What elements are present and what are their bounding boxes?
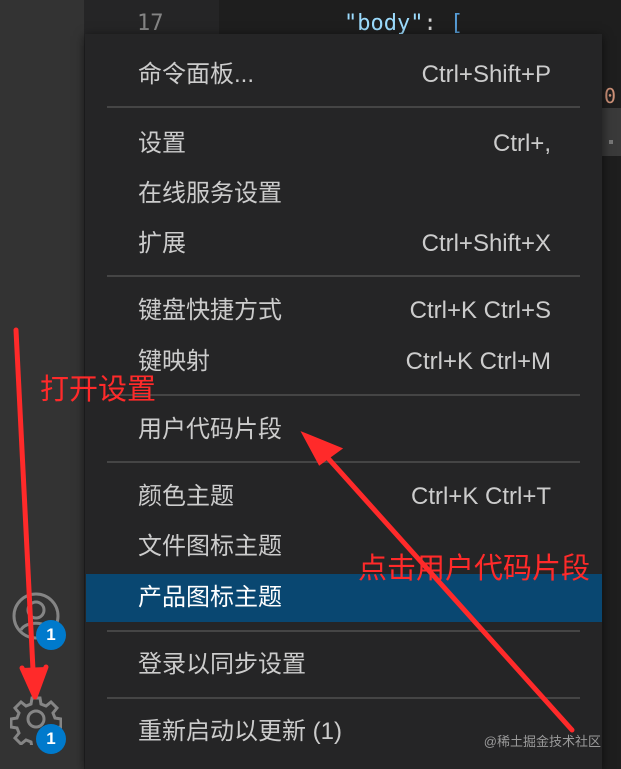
menu-item-label: 用户代码片段 (138, 416, 282, 443)
annotation-open-settings: 打开设置 (40, 374, 157, 406)
minimap-fragment: 0 (604, 84, 617, 108)
menu-item-sign-in-sync[interactable]: 登录以同步设置 (86, 641, 602, 689)
watermark: @稀土掘金技术社区 (483, 734, 601, 749)
menu-item-label: 命令面板... (138, 61, 255, 88)
menu-item-settings[interactable]: 设置 Ctrl+, (86, 120, 602, 168)
menu-item-shortcut: Ctrl+, (492, 130, 551, 157)
scrollbar-marker (609, 140, 613, 144)
menu-item-label: 文件图标主题 (138, 533, 282, 560)
menu-item-shortcut: Ctrl+K Ctrl+T (410, 483, 551, 510)
menu-item-label: 产品图标主题 (138, 584, 282, 611)
menu-item-label: 设置 (138, 130, 186, 157)
menu-item-label: 颜色主题 (138, 483, 234, 510)
menu-separator (107, 461, 580, 463)
menu-item-label: 登录以同步设置 (138, 651, 306, 678)
menu-item-online-services-settings[interactable]: 在线服务设置 (86, 170, 602, 218)
menu-item-user-snippets[interactable]: 用户代码片段 (86, 406, 602, 454)
menu-item-shortcut: Ctrl+Shift+P (421, 61, 551, 88)
menu-item-label: 在线服务设置 (138, 180, 282, 207)
annotation-click-snippets: 点击用户代码片段 (358, 553, 591, 585)
code-colon: : (423, 11, 437, 36)
menu-item-command-palette[interactable]: 命令面板... Ctrl+Shift+P (86, 51, 602, 99)
code-key: "body" (344, 11, 424, 36)
scrollbar-thumb[interactable] (602, 108, 621, 156)
menu-item-shortcut: Ctrl+K Ctrl+M (405, 348, 551, 375)
menu-separator (107, 630, 580, 632)
menu-item-shortcut: Ctrl+Shift+X (421, 230, 551, 257)
menu-item-extensions[interactable]: 扩展 Ctrl+Shift+X (86, 220, 602, 268)
code-bracket: [ (449, 11, 464, 36)
menu-separator (107, 106, 580, 108)
menu-item-keyboard-shortcuts[interactable]: 键盘快捷方式 Ctrl+K Ctrl+S (86, 287, 602, 335)
menu-item-label: 键盘快捷方式 (138, 297, 282, 324)
settings-badge: 1 (36, 724, 66, 754)
menu-separator (107, 275, 580, 277)
manage-menu: 命令面板... Ctrl+Shift+P 设置 Ctrl+, 在线服务设置 扩展… (85, 34, 602, 769)
menu-item-shortcut: Ctrl+K Ctrl+S (409, 297, 551, 324)
menu-item-color-theme[interactable]: 颜色主题 Ctrl+K Ctrl+T (86, 473, 602, 521)
menu-item-keymaps[interactable]: 键映射 Ctrl+K Ctrl+M (86, 338, 602, 386)
menu-separator (107, 394, 580, 396)
menu-item-label: 扩展 (138, 230, 186, 257)
menu-separator (107, 697, 580, 699)
account-badge: 1 (36, 620, 66, 650)
menu-item-label: 重新启动以更新 (1) (138, 718, 342, 745)
